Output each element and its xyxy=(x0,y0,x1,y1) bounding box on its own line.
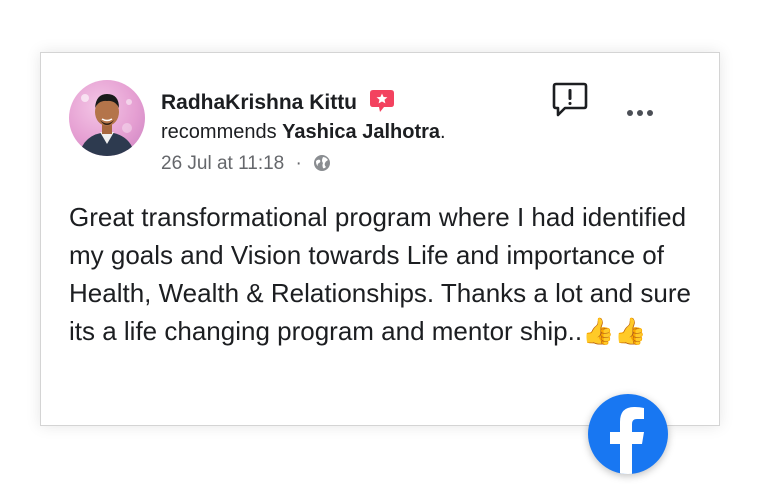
recommendation-badge-icon xyxy=(369,89,395,119)
recommends-prefix: recommends xyxy=(161,121,277,143)
avatar[interactable] xyxy=(69,80,145,156)
post-meta: 26 Jul at 11:18 · xyxy=(161,153,331,178)
report-icon[interactable] xyxy=(551,81,589,119)
author-name[interactable]: RadhaKrishna Kittu xyxy=(161,91,357,114)
more-options-icon[interactable] xyxy=(623,105,657,121)
recommendation-card: RadhaKrishna Kittu recommends Yashica Ja… xyxy=(40,52,720,426)
avatar-photo xyxy=(79,94,135,156)
facebook-logo-icon xyxy=(588,394,668,474)
globe-icon[interactable] xyxy=(313,154,331,178)
recommends-suffix: . xyxy=(440,121,446,143)
post-body: Great transformational program where I h… xyxy=(69,198,699,350)
recommends-line: recommends Yashica Jalhotra. xyxy=(161,121,446,144)
post-timestamp[interactable]: 26 Jul at 11:18 xyxy=(161,153,284,174)
thumbs-up-emoji: 👍👍 xyxy=(582,316,647,346)
author-line: RadhaKrishna Kittu xyxy=(161,89,395,119)
review-screenshot: RadhaKrishna Kittu recommends Yashica Ja… xyxy=(0,0,768,493)
meta-separator: · xyxy=(295,153,302,174)
recommended-page-link[interactable]: Yashica Jalhotra xyxy=(282,121,440,143)
